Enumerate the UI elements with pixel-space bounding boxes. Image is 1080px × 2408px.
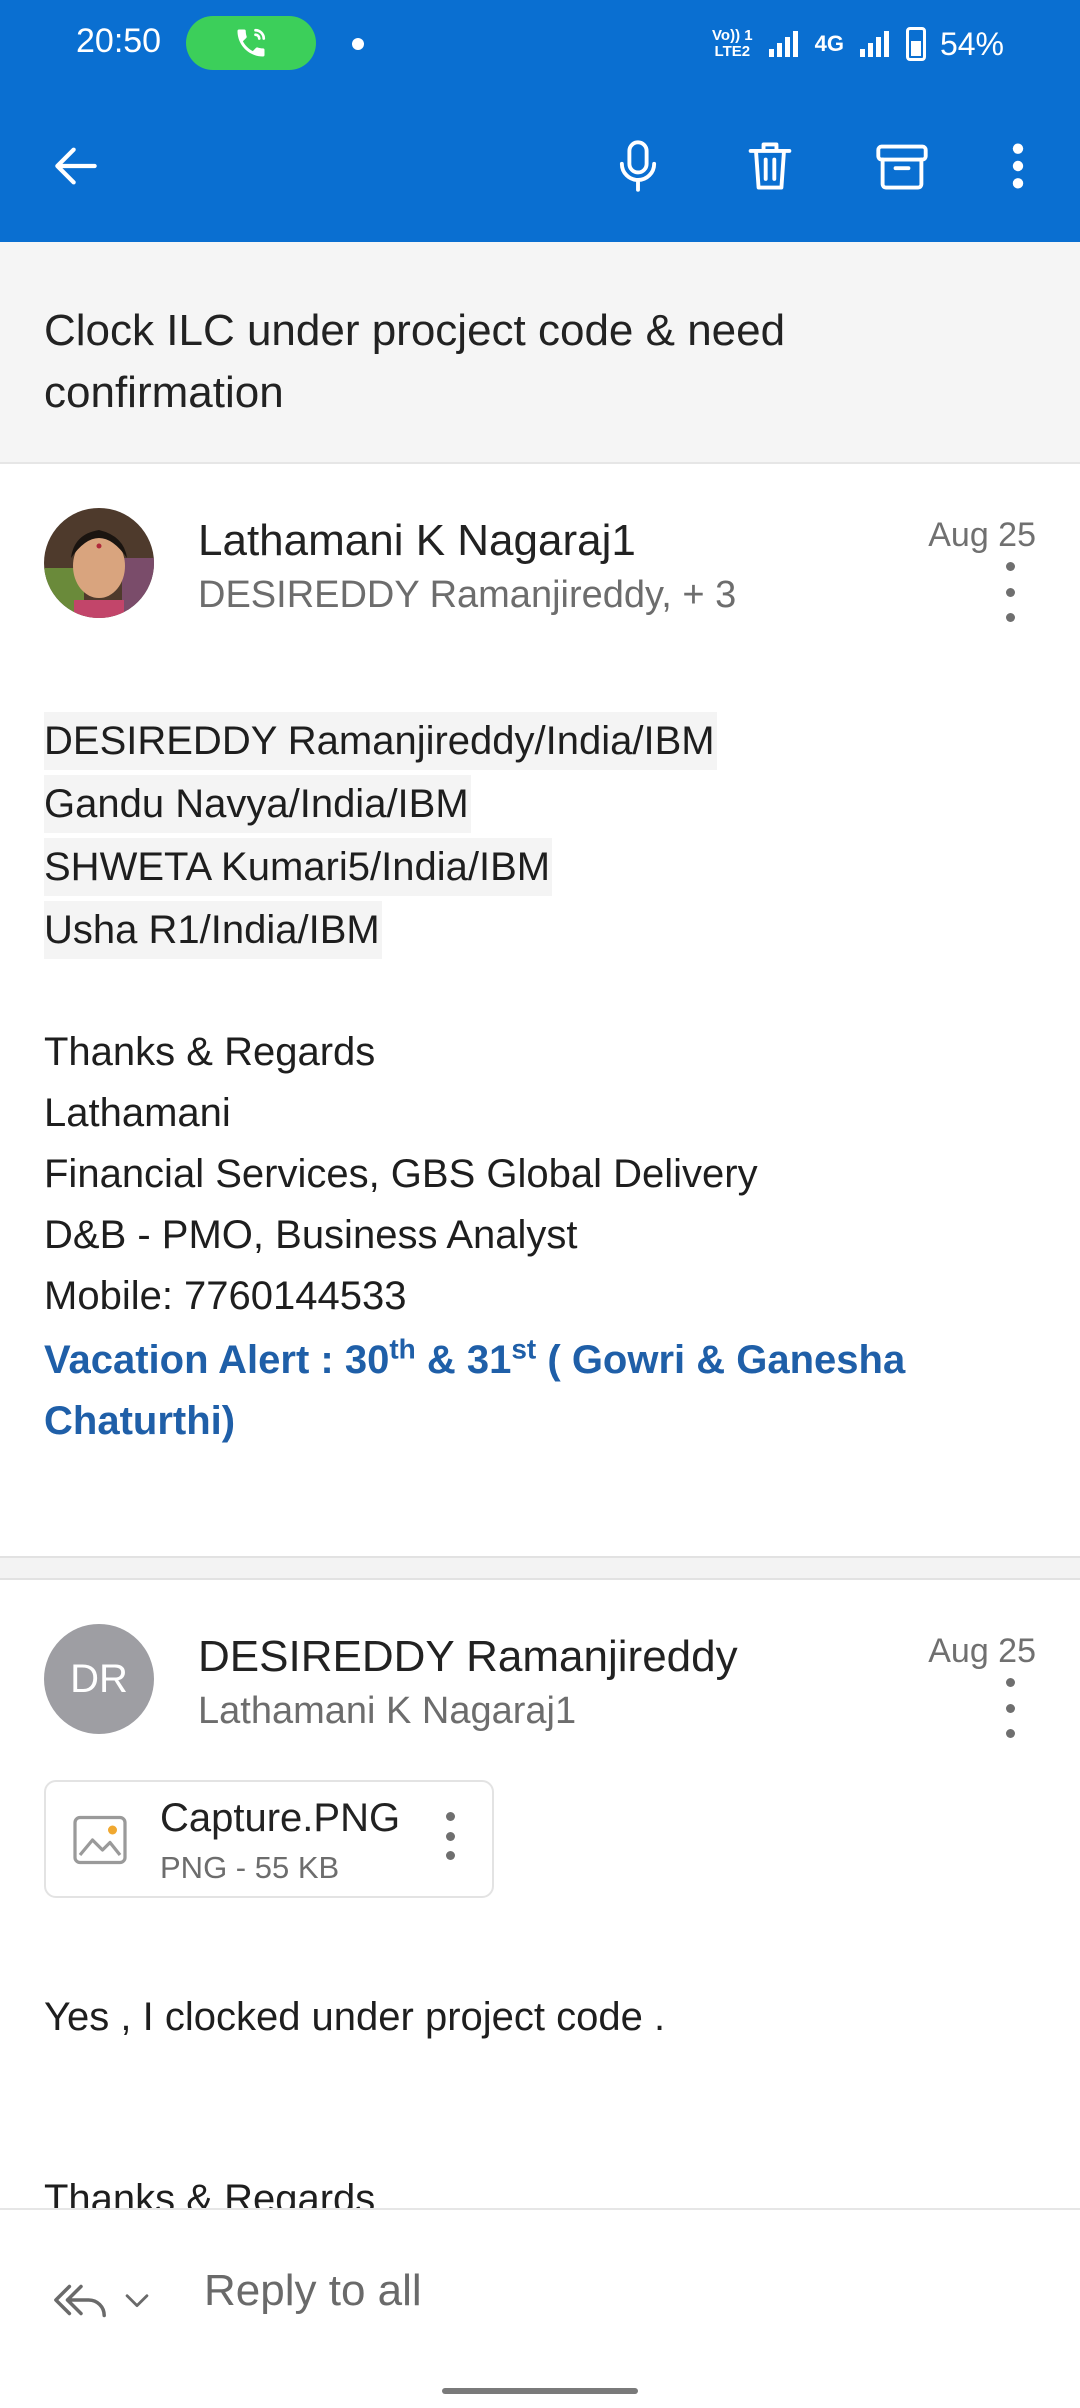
vacation-alert: Vacation Alert : 30th & 31st ( Gowri & G…	[44, 1333, 906, 1443]
app-header: 20:50 Vo)) 1 LTE2 4G 54%	[0, 0, 1080, 242]
message-more-button[interactable]	[990, 562, 1030, 622]
message-date: Aug 25	[928, 1632, 1036, 1670]
message-body: Yes , I clocked under project code .	[44, 1995, 666, 2039]
message-to-list: DESIREDDY Ramanjireddy/India/IBM Gandu N…	[44, 710, 717, 962]
list-item: DESIREDDY Ramanjireddy/India/IBM	[44, 710, 717, 773]
email-subject: Clock ILC under procject code & need con…	[44, 306, 786, 417]
message-sender: Lathamani K Nagaraj1	[198, 516, 636, 565]
list-item: SHWETA Kumari5/India/IBM	[44, 836, 717, 899]
more-vertical-icon	[1005, 1678, 1015, 1687]
archive-button[interactable]	[864, 128, 940, 204]
sender-avatar[interactable]	[44, 508, 154, 618]
ongoing-call-chip[interactable]	[186, 16, 316, 70]
image-file-icon	[73, 1815, 127, 1865]
message-sender: DESIREDDY Ramanjireddy	[198, 1632, 738, 1681]
gesture-handle	[442, 2388, 638, 2394]
attachment-meta: PNG - 55 KB	[160, 1850, 340, 1885]
list-item: Usha R1/India/IBM	[44, 899, 717, 962]
dictate-button[interactable]	[600, 128, 676, 204]
reply-bar: Reply to all	[0, 2208, 1080, 2408]
network-type: 4G	[814, 31, 844, 56]
message-date: Aug 25	[928, 516, 1036, 554]
reply-to-all-input[interactable]: Reply to all	[204, 2266, 422, 2316]
more-vertical-icon	[1005, 562, 1015, 571]
reply-mode-selector[interactable]	[52, 2260, 172, 2340]
archive-icon	[876, 144, 928, 190]
more-vertical-icon	[445, 1812, 455, 1821]
arrow-left-icon	[55, 147, 97, 185]
phone-call-icon	[237, 28, 266, 57]
attachment-name: Capture.PNG	[160, 1796, 401, 1840]
toolbar	[0, 100, 1080, 230]
attachment-more-button[interactable]	[430, 1812, 470, 1860]
message-more-button[interactable]	[990, 1678, 1030, 1738]
battery-percent: 54%	[939, 25, 1004, 62]
list-item: Gandu Navya/India/IBM	[44, 773, 717, 836]
message-recipients[interactable]: Lathamani K Nagaraj1	[198, 1690, 576, 1733]
microphone-icon	[619, 140, 657, 192]
message-divider	[0, 1556, 1080, 1580]
system-icons: Vo)) 1 LTE2 4G 54%	[712, 20, 1004, 68]
more-options-button[interactable]	[980, 128, 1056, 204]
avatar-photo	[44, 508, 154, 618]
attachment-card[interactable]: Capture.PNG PNG - 55 KB	[44, 1780, 494, 1898]
chevron-down-icon	[125, 2294, 149, 2308]
battery-icon	[905, 27, 926, 61]
notification-dot	[352, 38, 364, 50]
sender-avatar-initials[interactable]: DR	[44, 1624, 154, 1734]
trash-icon	[748, 142, 792, 190]
message-recipients[interactable]: DESIREDDY Ramanjireddy, + 3	[198, 574, 736, 617]
delete-button[interactable]	[732, 128, 808, 204]
status-bar: 20:50 Vo)) 1 LTE2 4G 54%	[0, 0, 1080, 88]
volte-indicator: Vo)) 1 LTE2	[712, 27, 753, 60]
status-time: 20:50	[76, 22, 162, 60]
signal-icon	[768, 31, 798, 57]
more-vertical-icon	[1012, 143, 1024, 189]
message-signature: Thanks & Regards Lathamani Financial Ser…	[44, 1030, 758, 1318]
signal-icon-2	[859, 31, 889, 57]
back-button[interactable]	[38, 128, 114, 204]
subject-header: Clock ILC under procject code & need con…	[0, 242, 1080, 464]
reply-all-icon	[54, 2284, 106, 2318]
